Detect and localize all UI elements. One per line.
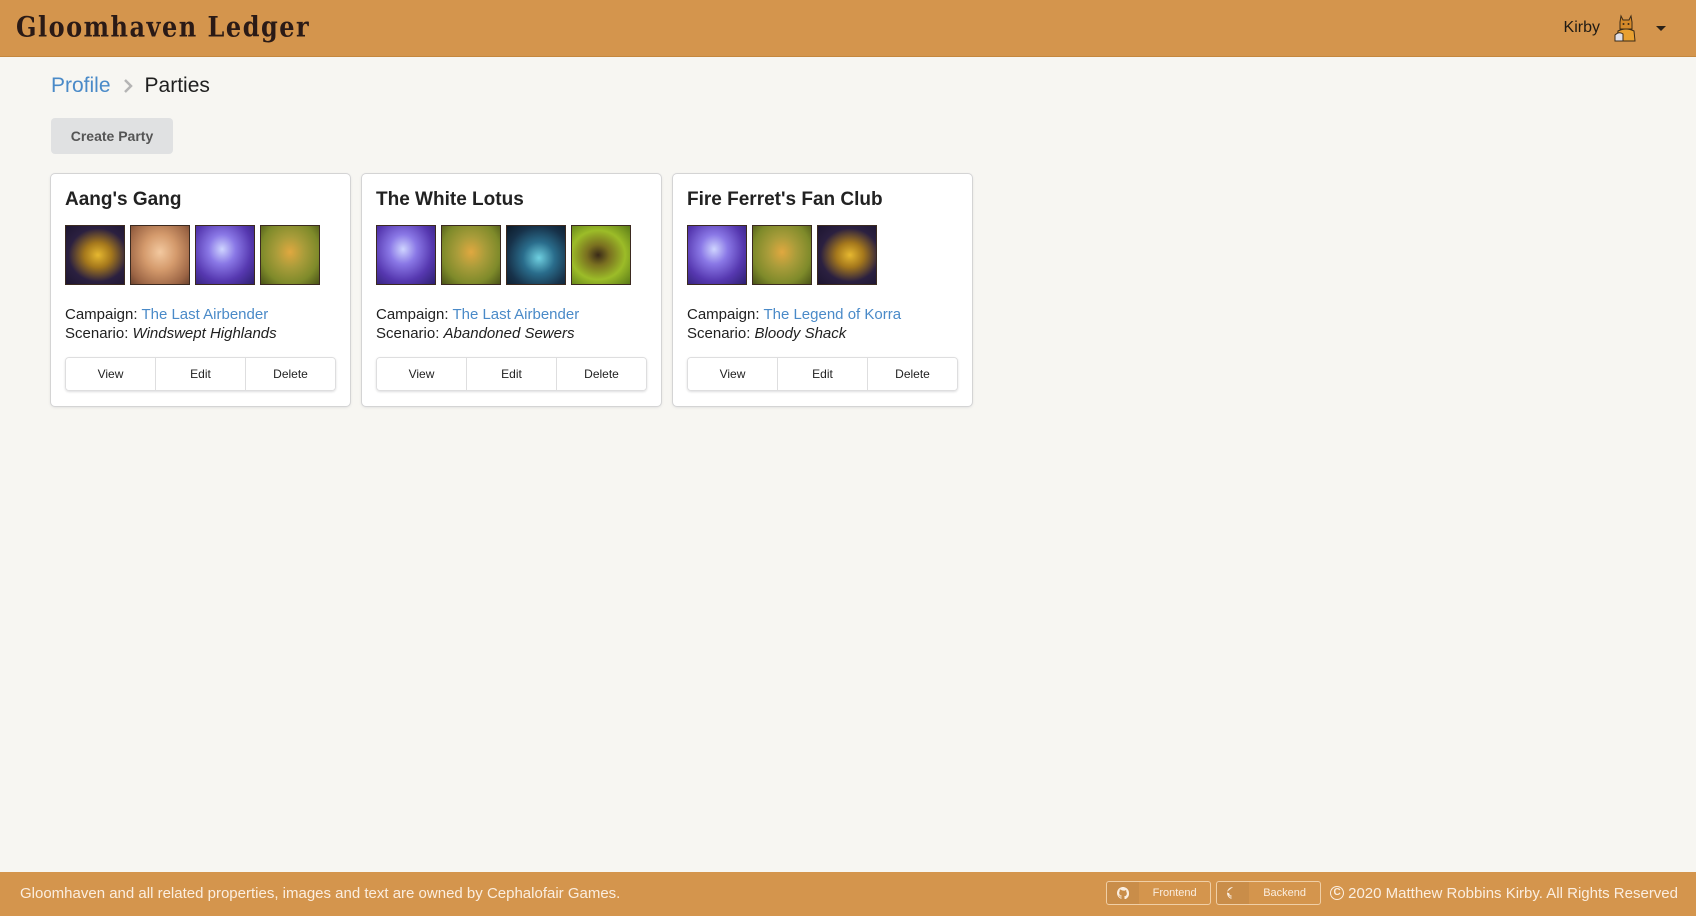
- character-portrait: [817, 225, 877, 285]
- character-portraits: [376, 225, 647, 285]
- breadcrumb: Profile Parties: [51, 74, 210, 98]
- user-name: Kirby: [1563, 19, 1600, 36]
- campaign-label: Campaign:: [65, 306, 138, 323]
- party-card: Aang's Gang Campaign: The Last Airbender…: [51, 174, 350, 406]
- party-details: Campaign: The Last Airbender Scenario: W…: [65, 305, 336, 343]
- caret-down-icon: [1656, 25, 1666, 31]
- breadcrumb-profile-link[interactable]: Profile: [51, 74, 111, 98]
- character-portrait: [687, 225, 747, 285]
- top-navbar: Gloomhaven Ledger Kirby: [0, 0, 1696, 57]
- copyright: C 2020 Matthew Robbins Kirby. All Rights…: [1330, 885, 1678, 902]
- scenario-label: Scenario:: [65, 325, 129, 342]
- character-avatar-icon: [1614, 14, 1636, 42]
- backend-repo-button[interactable]: Backend: [1216, 881, 1322, 905]
- character-portrait: [195, 225, 255, 285]
- campaign-row: Campaign: The Legend of Korra: [687, 305, 958, 324]
- character-portrait: [130, 225, 190, 285]
- campaign-row: Campaign: The Last Airbender: [65, 305, 336, 324]
- party-name: Fire Ferret's Fan Club: [687, 189, 883, 210]
- character-portrait: [506, 225, 566, 285]
- character-portraits: [687, 225, 958, 285]
- character-portraits: [65, 225, 336, 285]
- party-card-list: Aang's Gang Campaign: The Last Airbender…: [51, 174, 972, 406]
- footer: Gloomhaven and all related properties, i…: [0, 872, 1696, 916]
- brand-logo[interactable]: Gloomhaven Ledger: [16, 10, 310, 43]
- frontend-repo-button[interactable]: Frontend: [1106, 881, 1212, 905]
- character-portrait: [260, 225, 320, 285]
- scenario-row: Scenario: Bloody Shack: [687, 324, 958, 343]
- party-name: Aang's Gang: [65, 189, 182, 210]
- campaign-label: Campaign:: [376, 306, 449, 323]
- party-card: Fire Ferret's Fan Club Campaign: The Leg…: [673, 174, 972, 406]
- campaign-link[interactable]: The Last Airbender: [452, 306, 579, 323]
- character-portrait: [571, 225, 631, 285]
- party-details: Campaign: The Legend of Korra Scenario: …: [687, 305, 958, 343]
- delete-button[interactable]: Delete: [557, 358, 646, 390]
- footer-links: Frontend Backend C 2020 Matthew Robbins …: [1106, 881, 1678, 905]
- campaign-row: Campaign: The Last Airbender: [376, 305, 647, 324]
- delete-button[interactable]: Delete: [246, 358, 335, 390]
- breadcrumb-current-page: Parties: [144, 74, 210, 97]
- party-card: The White Lotus Campaign: The Last Airbe…: [362, 174, 661, 406]
- edit-button[interactable]: Edit: [156, 358, 246, 390]
- scenario-label: Scenario:: [376, 325, 440, 342]
- party-details: Campaign: The Last Airbender Scenario: A…: [376, 305, 647, 343]
- party-name: The White Lotus: [376, 189, 524, 210]
- campaign-link[interactable]: The Legend of Korra: [763, 306, 901, 323]
- view-button[interactable]: View: [66, 358, 156, 390]
- scenario-label: Scenario:: [687, 325, 751, 342]
- character-portrait: [65, 225, 125, 285]
- scenario-name: Bloody Shack: [754, 325, 847, 342]
- github-icon: [1217, 882, 1250, 904]
- backend-label: Backend: [1263, 887, 1307, 899]
- frontend-label: Frontend: [1152, 887, 1197, 899]
- chevron-right-icon: [123, 79, 133, 93]
- create-party-button[interactable]: Create Party: [51, 118, 173, 154]
- campaign-label: Campaign:: [687, 306, 760, 323]
- view-button[interactable]: View: [688, 358, 778, 390]
- copyright-icon: C: [1330, 886, 1345, 900]
- scenario-row: Scenario: Abandoned Sewers: [376, 324, 647, 343]
- view-button[interactable]: View: [377, 358, 467, 390]
- github-icon: [1107, 882, 1140, 904]
- copyright-text: 2020 Matthew Robbins Kirby. All Rights R…: [1348, 884, 1678, 902]
- user-menu-dropdown[interactable]: Kirby: [1564, 10, 1666, 46]
- character-portrait: [441, 225, 501, 285]
- party-actions: View Edit Delete: [376, 357, 647, 391]
- character-portrait: [376, 225, 436, 285]
- character-portrait: [752, 225, 812, 285]
- party-actions: View Edit Delete: [687, 357, 958, 391]
- campaign-link[interactable]: The Last Airbender: [141, 306, 268, 323]
- scenario-name: Abandoned Sewers: [443, 325, 575, 342]
- footer-disclaimer: Gloomhaven and all related properties, i…: [20, 885, 621, 902]
- edit-button[interactable]: Edit: [778, 358, 868, 390]
- edit-button[interactable]: Edit: [467, 358, 557, 390]
- party-actions: View Edit Delete: [65, 357, 336, 391]
- delete-button[interactable]: Delete: [868, 358, 957, 390]
- scenario-name: Windswept Highlands: [132, 325, 277, 342]
- scenario-row: Scenario: Windswept Highlands: [65, 324, 336, 343]
